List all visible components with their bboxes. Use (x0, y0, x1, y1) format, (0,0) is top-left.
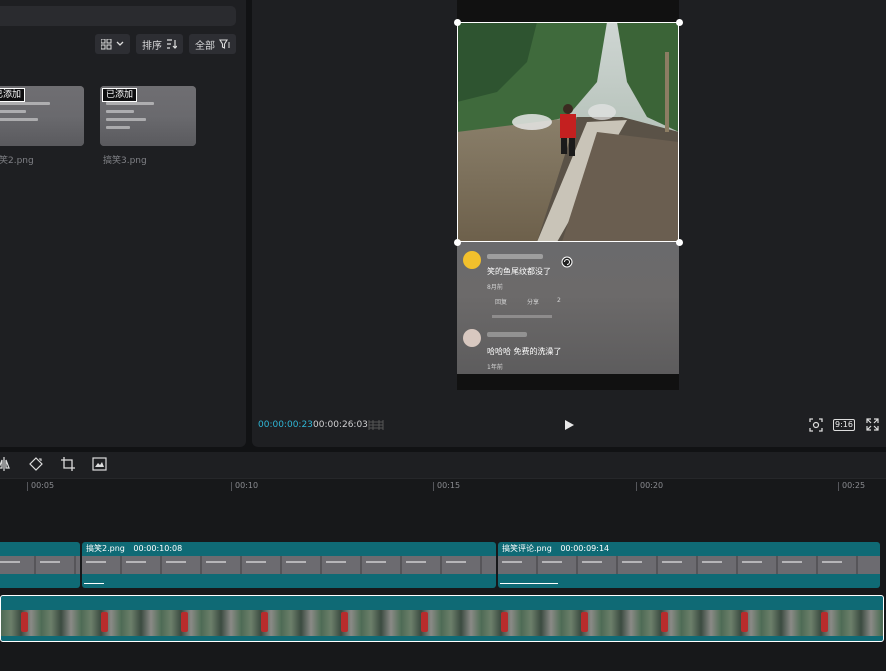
view-mode-button[interactable] (95, 34, 130, 54)
tick-label: 00:15 (432, 481, 461, 491)
tick-label: 00:10 (230, 481, 259, 491)
resize-handle-bottom-right[interactable] (676, 239, 683, 246)
comment-time: 8月前 (487, 284, 503, 291)
sort-icon (167, 39, 177, 49)
video-thumbnails (1, 610, 883, 636)
media-panel: 排序 全部 已添加 搞笑2.png 已添加 搞笑3.png (0, 0, 246, 447)
street-scene-image (457, 22, 679, 242)
emoji-avatar (463, 251, 481, 269)
comment-time: 1年前 (487, 364, 503, 371)
comment-text: 哈哈哈 免费的洗澡了 (487, 347, 562, 356)
resize-handle-bottom-left[interactable] (454, 239, 461, 246)
clip-duration: 00:00:10:08 (133, 544, 183, 553)
media-thumbnail[interactable]: 已添加 (0, 86, 84, 146)
sort-label: 排序 (142, 40, 162, 52)
tick-label: 00:20 (635, 481, 664, 491)
transition-arrow (500, 583, 558, 584)
media-thumbnail[interactable]: 已添加 (100, 86, 196, 146)
play-icon[interactable] (563, 419, 575, 431)
total-time: 00:00:26:03 (313, 420, 368, 430)
image-edit-icon[interactable] (92, 457, 107, 471)
media-search-bar[interactable] (0, 6, 236, 26)
filter-label: 全部 (195, 40, 215, 52)
timeline-ruler[interactable]: 00:05 00:10 00:15 00:20 00:25 (0, 478, 886, 494)
grid-icon (101, 38, 112, 49)
clip-duration: 00:00:09:14 (560, 544, 610, 553)
fullscreen-icon[interactable] (866, 418, 879, 431)
timeline-clip[interactable]: 搞笑2.png 00:00:10:08 (82, 542, 496, 588)
user-avatar (463, 329, 481, 347)
clip-thumbnails (82, 556, 496, 574)
video-editor: 排序 全部 已添加 搞笑2.png 已添加 搞笑3.png (0, 0, 886, 671)
clip-thumbnails (0, 556, 80, 574)
mirror-icon[interactable] (0, 457, 10, 471)
main-video-track[interactable] (0, 595, 884, 642)
reply-label: 回复 (495, 299, 508, 306)
current-time: 00:00:00:23 (258, 420, 313, 430)
tick-label: 00:25 (837, 481, 866, 491)
chevron-down-icon (116, 41, 124, 46)
sort-button[interactable]: 排序 (136, 34, 183, 54)
comment-text: 笑的鱼尾纹都没了 (487, 267, 551, 276)
media-toolbar: 排序 全部 (95, 34, 236, 54)
commenter-name-blur (487, 254, 543, 259)
resize-handle-top-left[interactable] (454, 19, 461, 26)
added-badge: 已添加 (102, 88, 138, 102)
media-filename: 搞笑2.png (0, 156, 34, 166)
expand-replies-line (492, 315, 552, 318)
resize-handle-top-right[interactable] (676, 19, 683, 26)
filter-button[interactable]: 全部 (189, 34, 236, 54)
timeline-clip[interactable]: 搞笑评论.png 00:00:09:14 (498, 542, 880, 588)
commenter-name-blur (487, 332, 527, 337)
clip-name: 搞笑2.png (86, 544, 125, 553)
transition-arrow (84, 583, 104, 584)
rotate-icon[interactable] (561, 256, 573, 268)
video-image[interactable] (457, 22, 679, 242)
filter-icon (219, 39, 230, 49)
added-badge: 已添加 (0, 88, 26, 102)
aspect-ratio-button[interactable]: 9:16 (833, 419, 855, 431)
timeline-toolbar (0, 452, 886, 478)
like-count: 2 (557, 297, 561, 304)
timeline-clip[interactable] (0, 542, 80, 588)
clip-thumbnails (498, 556, 880, 574)
clip-name: 搞笑评论.png (502, 544, 552, 553)
rotate-clip-icon[interactable] (29, 457, 43, 471)
timeline-list-icon[interactable] (368, 419, 384, 431)
share-label: 分享 (527, 299, 540, 306)
tick-label: 00:05 (26, 481, 55, 491)
crop-icon[interactable] (61, 457, 75, 471)
media-filename: 搞笑3.png (103, 156, 147, 166)
fit-screen-icon[interactable] (809, 418, 823, 432)
